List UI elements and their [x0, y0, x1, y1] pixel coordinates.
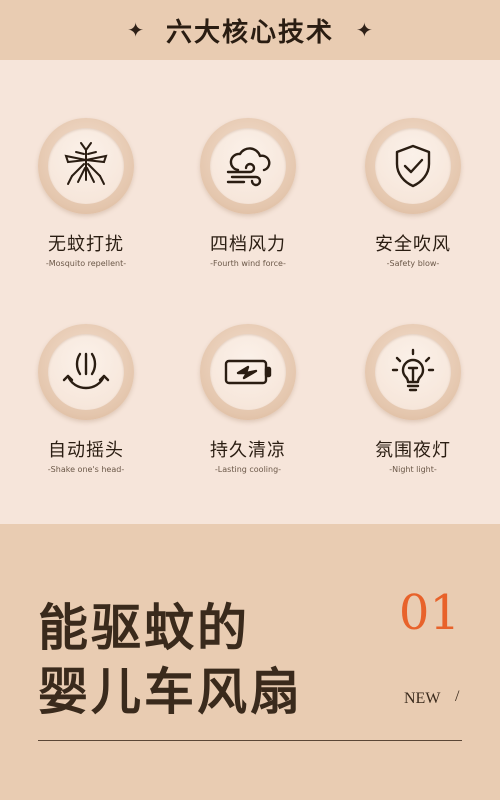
feature-lasting-cooling: 持久清凉 -Lasting cooling-	[168, 324, 328, 474]
feature-label: 自动摇头	[48, 440, 124, 461]
feature-label: 安全吹风	[375, 234, 451, 255]
promo-title-line-1: 能驱蚊的	[38, 599, 250, 657]
feature-icon-badge	[200, 118, 296, 214]
feature-sublabel: -Night light-	[389, 465, 437, 474]
features-panel: 无蚊打扰 -Mosquito repellent- 四档风力 -Fourth w…	[0, 60, 500, 524]
feature-icon-badge	[365, 324, 461, 420]
feature-mosquito-repellent: 无蚊打扰 -Mosquito repellent-	[6, 118, 166, 268]
feature-safety-blow: 安全吹风 -Safety blow-	[333, 118, 493, 268]
feature-icon-badge	[38, 118, 134, 214]
battery-icon	[224, 359, 272, 385]
feature-night-light: 氛围夜灯 -Night light-	[333, 324, 493, 474]
shield-check-icon	[395, 144, 431, 188]
light-bulb-icon	[391, 348, 435, 392]
feature-wind-force: 四档风力 -Fourth wind force-	[168, 118, 328, 268]
star-ornament-left: ✦	[127, 18, 144, 42]
feature-label: 无蚊打扰	[48, 234, 124, 255]
feature-label: 四档风力	[210, 234, 286, 255]
star-ornament-right: ✦	[356, 18, 373, 42]
feature-icon-badge	[365, 118, 461, 214]
feature-sublabel: -Fourth wind force-	[210, 259, 286, 268]
section-header: ✦ 六大核心技术 ✦	[0, 0, 500, 60]
section-number: 01	[398, 585, 460, 641]
section-title: 六大核心技术	[165, 17, 334, 48]
feature-icon-badge	[38, 324, 134, 420]
feature-sublabel: -Safety blow-	[386, 259, 440, 268]
feature-sublabel: -Lasting cooling-	[214, 465, 282, 474]
oscillate-icon	[62, 352, 110, 390]
mosquito-icon	[64, 142, 108, 185]
new-label: NEW	[404, 690, 441, 707]
feature-label: 持久清凉	[210, 440, 286, 461]
feature-icon-badge	[200, 324, 296, 420]
feature-auto-oscillate: 自动摇头 -Shake one's head-	[6, 324, 166, 474]
promo-title-line-2: 婴儿车风扇	[38, 663, 303, 721]
feature-label: 氛围夜灯	[375, 440, 451, 461]
bottom-divider-line	[38, 740, 462, 741]
wind-cloud-icon	[226, 147, 271, 187]
slash-divider: /	[455, 688, 460, 705]
feature-sublabel: -Shake one's head-	[47, 465, 125, 474]
feature-sublabel: -Mosquito repellent-	[45, 259, 127, 268]
